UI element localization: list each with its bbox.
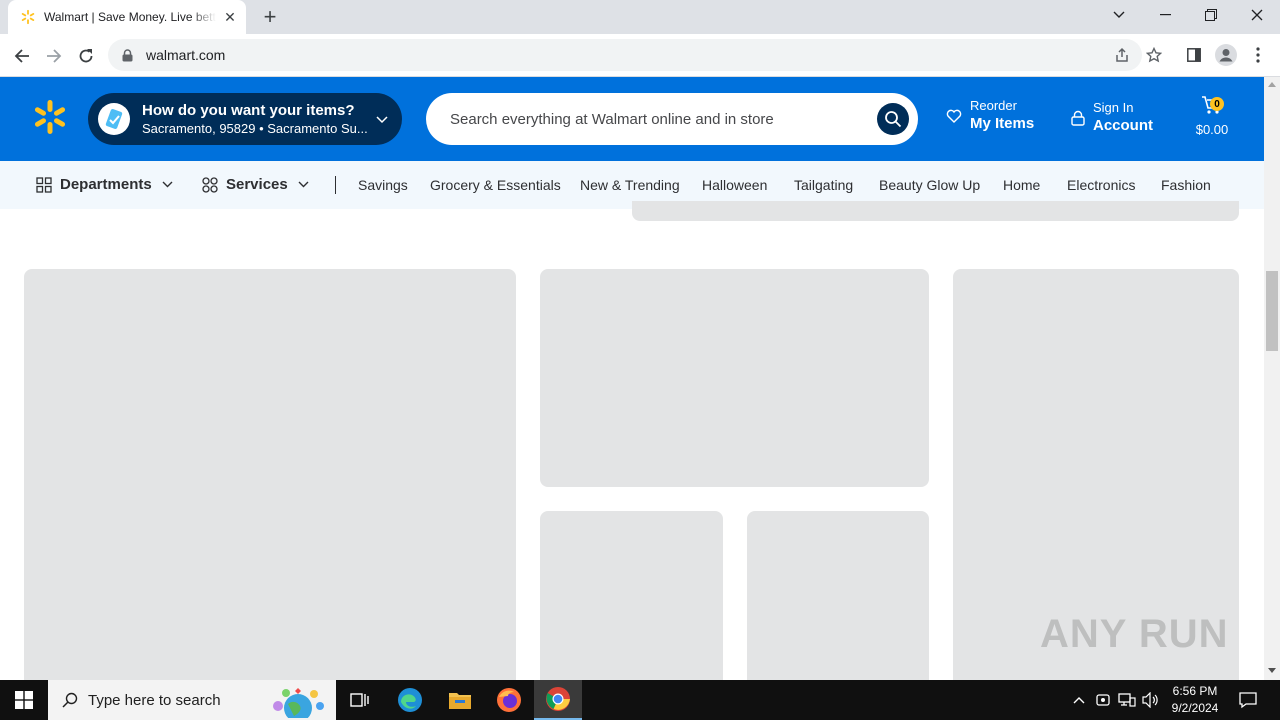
services-menu[interactable]: Services: [202, 176, 309, 193]
cart-count-badge: 0: [1210, 97, 1224, 111]
close-tab-icon[interactable]: ✕: [222, 9, 238, 25]
chrome-menu-icon[interactable]: [1245, 42, 1271, 68]
file-explorer-icon[interactable]: [436, 680, 484, 720]
nav-item-savings[interactable]: Savings: [358, 161, 408, 209]
account-label: Account: [1093, 117, 1153, 134]
services-grid-icon: [202, 176, 218, 193]
scroll-up-arrow[interactable]: [1268, 82, 1276, 87]
clock-date: 9/2/2024: [1171, 701, 1219, 715]
reorder-my-items-link[interactable]: Reorder My Items: [946, 97, 1034, 134]
browser-tab-strip: Walmart | Save Money. Live better. ✕ +: [0, 0, 1280, 34]
task-view-icon[interactable]: [336, 680, 384, 720]
fulfillment-title: How do you want your items?: [142, 102, 355, 119]
edge-browser-icon[interactable]: [386, 680, 434, 720]
chrome-taskbar-icon[interactable]: [534, 680, 582, 720]
search-bar: [426, 93, 918, 145]
cart-total: $0.00: [1195, 122, 1229, 137]
walmart-header: How do you want your items? Sacramento, …: [0, 77, 1264, 161]
chevron-down-icon: [298, 181, 309, 188]
restore-button[interactable]: [1188, 0, 1234, 30]
windows-start-button[interactable]: [0, 680, 48, 720]
windows-logo-icon: [15, 691, 33, 709]
new-tab-button[interactable]: +: [258, 4, 282, 29]
lock-icon[interactable]: [120, 48, 134, 62]
search-input[interactable]: [450, 110, 850, 128]
heart-icon: [946, 109, 962, 123]
fulfillment-selector[interactable]: How do you want your items? Sacramento, …: [88, 93, 402, 145]
tab-search-icon[interactable]: [1096, 0, 1142, 30]
taskbar-search-box[interactable]: Type here to search: [48, 680, 336, 723]
nav-divider: [335, 176, 336, 194]
loading-placeholder-card: [540, 269, 929, 487]
tab-title: Walmart | Save Money. Live better.: [44, 10, 216, 24]
services-label: Services: [226, 176, 288, 193]
profile-avatar[interactable]: [1213, 42, 1239, 68]
reload-button[interactable]: [72, 42, 100, 70]
url-text: walmart.com: [146, 47, 226, 63]
notification-center-icon[interactable]: [1234, 680, 1262, 720]
walmart-logo[interactable]: [32, 99, 68, 135]
search-icon: [62, 692, 78, 708]
loading-placeholder-card: [540, 511, 723, 680]
reorder-label: Reorder: [970, 98, 1017, 113]
walmart-spark-icon: [20, 9, 36, 25]
web-page: How do you want your items? Sacramento, …: [0, 77, 1264, 680]
user-icon: [1071, 110, 1085, 126]
fulfillment-location: Sacramento, 95829 • Sacramento Su...: [142, 121, 368, 136]
scroll-down-arrow[interactable]: [1268, 668, 1276, 673]
volume-icon[interactable]: [1140, 680, 1162, 720]
search-icon: [885, 111, 902, 128]
share-icon[interactable]: [1109, 42, 1135, 68]
chevron-down-icon: [162, 181, 173, 188]
search-button[interactable]: [877, 103, 909, 135]
scroll-thumb[interactable]: [1266, 271, 1278, 351]
clock-time: 6:56 PM: [1172, 684, 1218, 698]
close-window-button[interactable]: [1234, 0, 1280, 30]
browser-toolbar: walmart.com: [0, 34, 1280, 77]
grid-icon: [36, 176, 52, 193]
watermark-text: ANY RUN: [1040, 612, 1229, 656]
chevron-down-icon: [376, 111, 388, 129]
taskbar-search-placeholder: Type here to search: [88, 691, 221, 709]
sign-in-account-link[interactable]: Sign In Account: [1071, 99, 1153, 136]
my-items-label: My Items: [970, 115, 1035, 132]
address-bar[interactable]: walmart.com: [108, 39, 1142, 71]
browser-tab[interactable]: Walmart | Save Money. Live better. ✕: [8, 0, 246, 34]
windows-taskbar: Type here to search 6:56 PM 9/2/2024: [0, 680, 1280, 723]
nav-item-grocery[interactable]: Grocery & Essentials: [430, 161, 561, 209]
network-icon[interactable]: [1116, 680, 1138, 720]
bookmark-star-icon[interactable]: [1141, 42, 1167, 68]
firefox-icon[interactable]: [485, 680, 533, 720]
delivery-phone-icon: [98, 103, 130, 135]
departments-menu[interactable]: Departments: [36, 176, 173, 193]
loading-placeholder-hero: [24, 269, 516, 680]
anyrun-watermark: ANY RUN: [1040, 612, 1229, 657]
cart-button[interactable]: 0 $0.00: [1192, 95, 1232, 137]
loading-placeholder-banner: [632, 201, 1239, 221]
minimize-button[interactable]: [1142, 0, 1188, 30]
tray-app-icon[interactable]: [1092, 680, 1114, 720]
departments-label: Departments: [60, 176, 152, 193]
sign-in-label: Sign In: [1093, 100, 1134, 115]
loading-placeholder-card: [747, 511, 929, 680]
show-hidden-icons-chevron[interactable]: [1068, 680, 1090, 720]
page-scrollbar[interactable]: [1264, 77, 1280, 680]
back-button[interactable]: [8, 42, 36, 70]
search-highlight-globe-icon: [264, 684, 328, 723]
taskbar-clock[interactable]: 6:56 PM 9/2/2024: [1160, 680, 1230, 720]
forward-button[interactable]: [40, 42, 68, 70]
side-panel-icon[interactable]: [1181, 42, 1207, 68]
